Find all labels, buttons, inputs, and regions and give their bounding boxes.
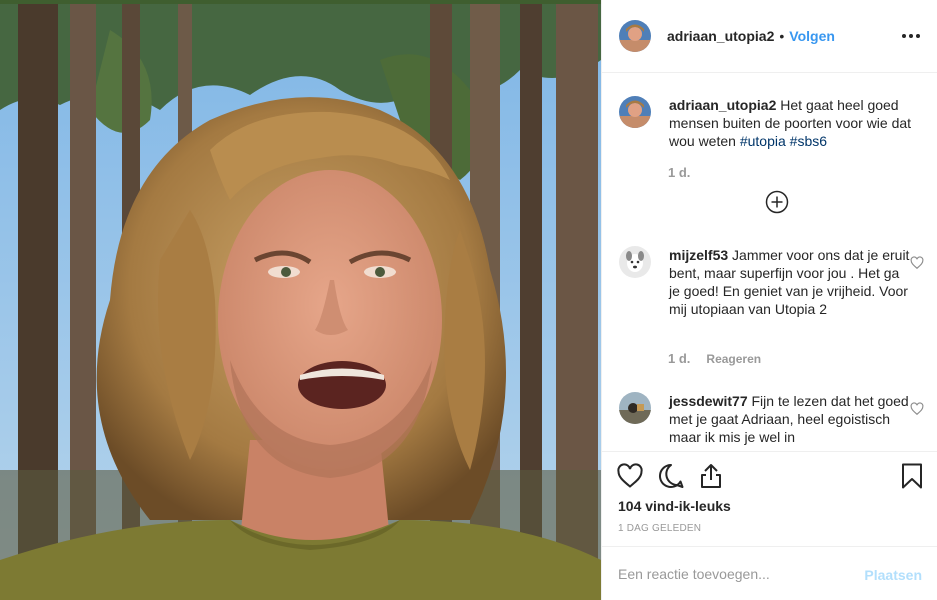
- comments-section[interactable]: adriaan_utopia2 Het gaat heel goed mense…: [602, 74, 937, 451]
- caption-avatar-image: [619, 96, 651, 128]
- caption-username[interactable]: adriaan_utopia2: [669, 97, 776, 113]
- caption-timestamp[interactable]: 1 d.: [668, 165, 690, 180]
- caption-text: adriaan_utopia2 Het gaat heel goed mense…: [669, 96, 924, 150]
- post-comment-button[interactable]: Plaatsen: [864, 567, 922, 583]
- comment-like-heart-icon[interactable]: [910, 402, 924, 416]
- add-comment-bar: Plaatsen: [602, 546, 937, 600]
- author-avatar-image: [619, 20, 651, 52]
- post-actions: 104 vind-ik-leuks 1 DAG GELEDEN: [602, 451, 937, 546]
- header-separator: •: [779, 28, 785, 44]
- comment-timestamp[interactable]: 1 d.: [668, 351, 690, 366]
- follow-button[interactable]: Volgen: [789, 28, 835, 44]
- hashtag-link[interactable]: #utopia: [740, 133, 786, 149]
- comment-text: jessdewit77 Fijn te lezen dat het goed m…: [669, 392, 914, 446]
- comment-item: jessdewit77 Fijn te lezen dat het goed m…: [619, 392, 924, 446]
- hashtag-link[interactable]: #sbs6: [790, 133, 827, 149]
- commenter-avatar[interactable]: [619, 392, 651, 424]
- plus-circle-icon[interactable]: [765, 190, 789, 214]
- comment-meta: 1 d. Reageren: [668, 351, 761, 366]
- post-video[interactable]: [0, 0, 601, 600]
- more-horizontal-icon[interactable]: [902, 26, 920, 46]
- post-timestamp[interactable]: 1 DAG GELEDEN: [618, 523, 701, 534]
- post-header: adriaan_utopia2 • Volgen: [602, 0, 937, 73]
- comment-like-heart-icon[interactable]: [910, 256, 924, 270]
- beach-avatar-icon: [619, 392, 651, 424]
- bookmark-icon[interactable]: [898, 462, 926, 490]
- video-frame: [0, 0, 601, 600]
- comment-icon[interactable]: [657, 462, 685, 490]
- comment-item: mijzelf53 Jammer voor ons dat je eruit b…: [619, 246, 924, 318]
- caption-avatar[interactable]: [619, 96, 651, 128]
- likes-count[interactable]: 104 vind-ik-leuks: [618, 498, 731, 514]
- comment-username[interactable]: mijzelf53: [669, 247, 728, 263]
- reply-button[interactable]: Reageren: [706, 352, 761, 366]
- dog-avatar-icon: [619, 246, 651, 278]
- comment-username[interactable]: jessdewit77: [669, 393, 748, 409]
- heart-icon[interactable]: [616, 462, 644, 490]
- add-comment-input[interactable]: [618, 563, 848, 585]
- more-dot: [909, 34, 913, 38]
- author-username[interactable]: adriaan_utopia2: [667, 28, 774, 44]
- post-side-panel: adriaan_utopia2 • Volgen adriaan_utopia2…: [601, 0, 937, 600]
- more-dot: [902, 34, 906, 38]
- share-icon[interactable]: [697, 462, 725, 490]
- commenter-avatar[interactable]: [619, 246, 651, 278]
- author-avatar[interactable]: [619, 20, 651, 52]
- comment-text: mijzelf53 Jammer voor ons dat je eruit b…: [669, 246, 914, 318]
- post-caption: adriaan_utopia2 Het gaat heel goed mense…: [619, 96, 924, 150]
- more-dot: [916, 34, 920, 38]
